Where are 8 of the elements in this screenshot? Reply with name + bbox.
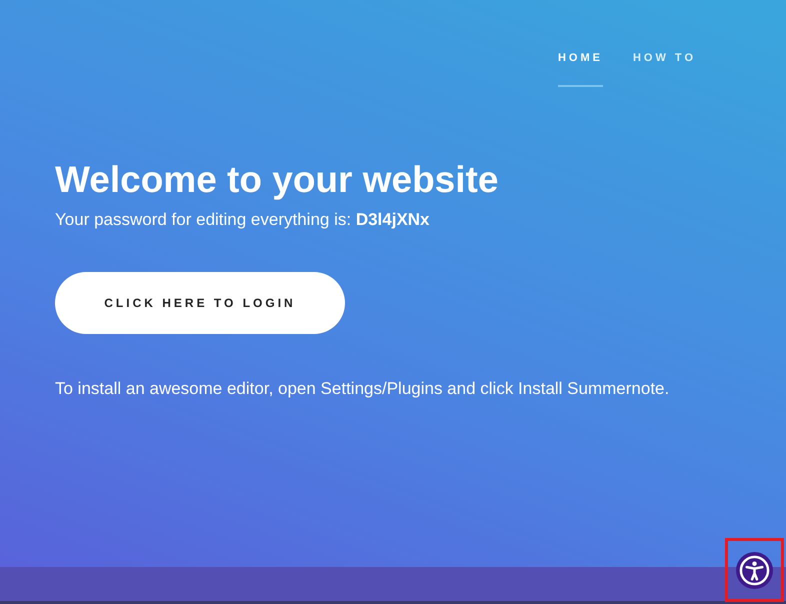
accessibility-icon — [739, 554, 770, 586]
accessibility-button[interactable] — [736, 552, 773, 588]
install-note: To install an awesome editor, open Settings/Plugins and click Install Summernote. — [55, 378, 670, 400]
nav-link[interactable]: HOW TO — [632, 50, 696, 87]
password-text: Your password for editing everything is: D3l4jXNx — [55, 209, 430, 231]
hero-title: Welcome to your website — [55, 158, 498, 202]
login-button[interactable]: CLICK HERE TO LOGIN — [55, 272, 345, 334]
nav-link[interactable]: HOME — [558, 50, 603, 87]
